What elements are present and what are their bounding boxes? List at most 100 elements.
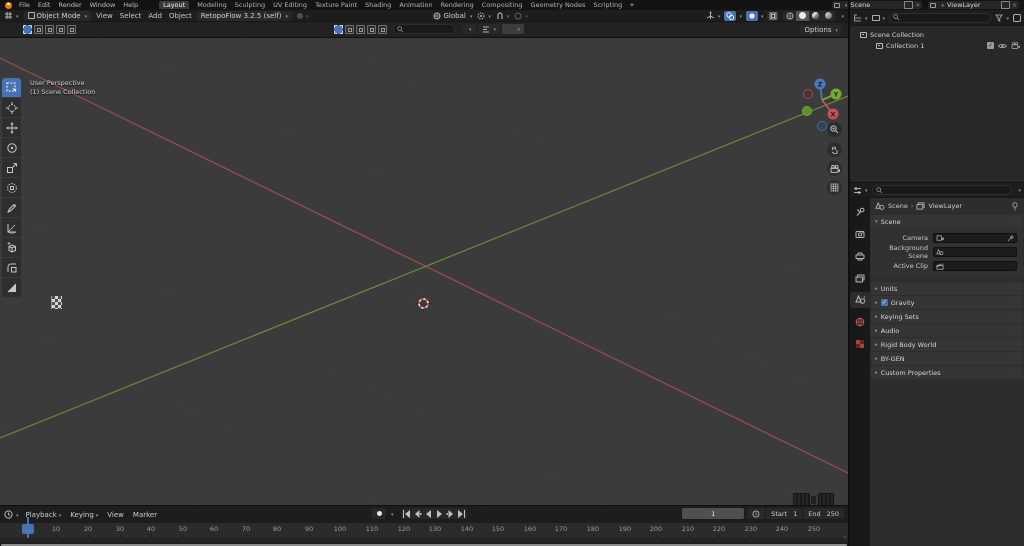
tool-measure[interactable] (2, 218, 21, 237)
tool-rotate[interactable] (2, 138, 21, 157)
remove-view-layer-icon[interactable]: × (1012, 2, 1017, 9)
navigation-gizmo[interactable]: Z Y X (797, 75, 848, 131)
timeline-menu-item[interactable]: Marker (133, 511, 157, 519)
workspace-tab[interactable]: Texture Paint (315, 1, 357, 9)
new-view-layer-icon[interactable] (1000, 1, 1010, 9)
ortho-toggle-button[interactable] (827, 180, 842, 195)
tool-addon-a[interactable] (2, 258, 21, 277)
menu-item[interactable]: File (19, 1, 30, 9)
tool-transform[interactable] (2, 178, 21, 197)
render-region-toggle[interactable] (767, 10, 780, 21)
scene-selector[interactable]: Scene × (831, 1, 923, 9)
xray-toggle[interactable] (745, 10, 764, 21)
select-mode-new-button[interactable] (23, 25, 32, 34)
select-mode-extend-button[interactable] (34, 25, 43, 34)
rf-tool-button-4[interactable] (367, 24, 376, 34)
properties-panel-header[interactable]: Keying Sets (871, 310, 1023, 323)
shading-rendered-button[interactable] (822, 11, 835, 21)
outliner-filter-button[interactable] (995, 14, 1009, 22)
add-workspace-button[interactable]: + (629, 1, 634, 9)
workspace-tab[interactable]: Layout (159, 1, 190, 9)
tab-output[interactable] (850, 248, 870, 264)
image-empty-object[interactable] (51, 296, 62, 309)
start-frame-field[interactable]: Start 1 (765, 508, 802, 519)
pan-button[interactable] (827, 142, 842, 157)
blender-logo-icon[interactable] (5, 1, 12, 9)
tool-addon-b[interactable] (2, 278, 21, 297)
properties-panel-header[interactable]: BY-GEN (871, 352, 1023, 365)
unlink-scene-icon[interactable]: × (915, 2, 920, 9)
workspace-tab[interactable]: Rendering (441, 1, 474, 9)
tool-search-input[interactable] (393, 24, 455, 34)
view-layer-selector[interactable]: ViewLayer × (928, 1, 1019, 9)
outliner-display-mode[interactable] (853, 14, 868, 22)
orientation-selector[interactable]: Global (433, 12, 472, 20)
chevron-down-icon[interactable] (1016, 186, 1021, 194)
timeline-menu-item[interactable]: Playback (26, 511, 62, 519)
viewport-menu-item[interactable]: Select (120, 12, 142, 20)
properties-panel-header[interactable]: Rigid Body World (871, 338, 1023, 351)
outliner-search-input[interactable] (889, 12, 992, 23)
select-mode-subtract-button[interactable] (45, 25, 54, 34)
shading-material-button[interactable] (809, 11, 822, 21)
breadcrumb-view-layer[interactable]: ViewLayer (928, 202, 962, 210)
properties-panel-header[interactable]: Audio (871, 324, 1023, 337)
end-frame-field[interactable]: End 250 (802, 508, 844, 519)
snap-toggle[interactable] (496, 11, 510, 20)
pivot-point-selector[interactable] (477, 12, 491, 20)
active-clip-field[interactable] (933, 261, 1017, 271)
disable-render-camera-icon[interactable] (1011, 42, 1020, 49)
gizmo-neg-y-axis[interactable] (802, 106, 812, 116)
play-reverse-button[interactable] (423, 508, 434, 519)
menu-item[interactable]: Render (58, 1, 81, 9)
properties-editor-type[interactable] (853, 186, 868, 195)
addon-selector[interactable]: RetopoFlow 3.2.5 (self) (196, 10, 292, 21)
shading-solid-button[interactable] (796, 10, 810, 21)
workspace-tab[interactable]: Shading (365, 1, 391, 9)
current-frame-field[interactable]: 1 (682, 508, 745, 519)
options-button[interactable]: Options (800, 25, 842, 35)
tool-move[interactable] (2, 118, 21, 137)
panel-scene[interactable]: Scene (871, 215, 1023, 228)
tab-tool[interactable] (850, 204, 870, 220)
tab-render[interactable] (850, 226, 870, 242)
addon-extra-dropdown[interactable] (296, 12, 309, 20)
collection-checkbox[interactable]: ✓ (987, 42, 994, 49)
viewport-menu-item[interactable]: Object (169, 12, 192, 20)
select-mode-invert-button[interactable] (56, 25, 65, 34)
camera-field[interactable] (933, 233, 1017, 243)
breadcrumb-scene[interactable]: Scene (888, 202, 908, 210)
background-scene-field[interactable] (933, 247, 1017, 257)
rf-dropdown-1[interactable] (463, 24, 476, 34)
properties-panel-header[interactable]: Units (871, 282, 1023, 295)
workspace-tab[interactable]: Geometry Nodes (531, 1, 586, 9)
tab-texture[interactable] (850, 336, 870, 352)
tool-annotate[interactable] (2, 198, 21, 217)
play-button[interactable] (434, 508, 445, 519)
properties-panel-header[interactable]: Custom Properties (871, 366, 1023, 379)
rf-tool-button-1[interactable] (334, 24, 343, 34)
workspace-tab[interactable]: UV Editing (273, 1, 307, 9)
rf-tool-button-2[interactable] (345, 24, 354, 34)
overlays-toggle[interactable] (724, 10, 742, 21)
menu-item[interactable]: Edit (38, 1, 51, 9)
viewport-menu-item[interactable]: Add (148, 12, 162, 20)
jump-prev-keyframe-button[interactable] (412, 508, 423, 519)
record-button[interactable] (372, 508, 386, 519)
gizmo-neg-z-axis[interactable] (817, 121, 827, 131)
properties-search-input[interactable] (871, 185, 1013, 195)
panel-checkbox[interactable]: ✓ (880, 299, 888, 306)
tab-scene[interactable] (850, 292, 870, 308)
jump-to-start-button[interactable] (401, 508, 412, 519)
jump-to-end-button[interactable] (456, 508, 467, 519)
viewport-3d[interactable]: User Perspective (1) Scene Collection Z … (0, 38, 848, 505)
gizmo-toggle[interactable] (706, 11, 721, 20)
eyedropper-icon[interactable] (1007, 235, 1014, 242)
gizmo-neg-x-axis[interactable] (803, 89, 813, 99)
rf-tool-button-5[interactable] (378, 24, 387, 34)
use-preview-range-button[interactable] (747, 508, 765, 519)
timeline-ruler[interactable]: 10 20 30 40 50 60 70 80 90 100 110 120 130 140 150 160 1… (0, 523, 848, 538)
tab-world[interactable] (850, 314, 870, 330)
menu-item[interactable]: Window (90, 1, 116, 9)
tool-scale[interactable] (2, 158, 21, 177)
